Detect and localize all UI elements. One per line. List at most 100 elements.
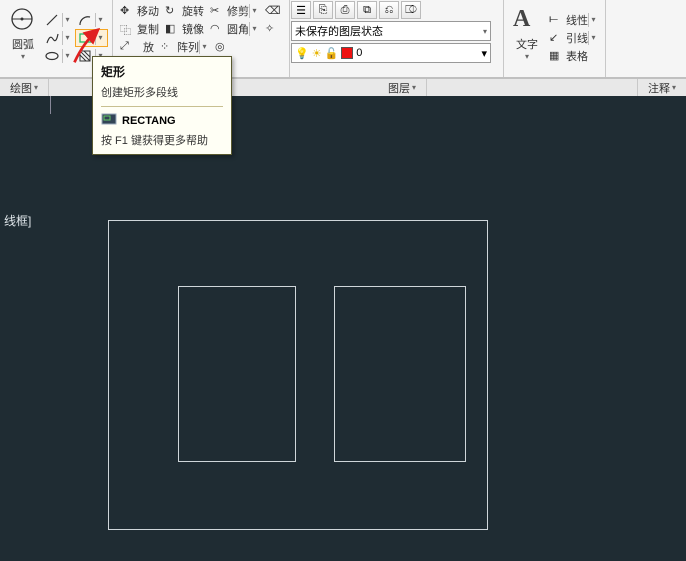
tab-draw-label: 绘图 — [10, 80, 32, 96]
layer-tool-4-button[interactable]: ⧉ — [357, 1, 377, 19]
copy-icon: ⿻ — [120, 22, 134, 36]
trim-button[interactable]: ✂修剪▾ — [207, 2, 262, 20]
layer-name: 0 — [356, 47, 362, 59]
table-icon: ▦ — [549, 49, 563, 63]
layer-state-dropdown[interactable]: 未保存的图层状态 ▾ — [291, 21, 491, 41]
rectangle-tool-button[interactable]: ▾ — [75, 29, 108, 47]
text-icon: A — [513, 6, 541, 34]
trim-icon: ✂ — [210, 4, 224, 18]
scale-label: 放 — [143, 39, 154, 55]
table-label: 表格 — [566, 48, 588, 64]
layer-tools-row: ☰ ⎘ ⎙ ⧉ ⎌ ⎄ — [291, 1, 502, 19]
fillet-icon: ◠ — [210, 22, 224, 36]
stretch-icon: ⤢ — [120, 40, 134, 54]
drawing-canvas[interactable]: 线框] — [0, 96, 686, 561]
copy-label: 复制 — [137, 21, 159, 37]
rectangle-icon — [78, 31, 92, 45]
ellipse-tool-button[interactable]: ▾ — [42, 47, 75, 65]
scale-button[interactable]: 放 — [140, 38, 157, 56]
fillet-label: 圆角 — [227, 21, 249, 37]
sun-icon: ☀ — [312, 47, 322, 60]
leader-button[interactable]: ↙引线▾ — [546, 29, 601, 47]
tooltip-command: RECTANG — [122, 115, 176, 127]
offset-icon: ◎ — [215, 40, 229, 54]
leader-label: 引线 — [566, 30, 588, 46]
drawn-rectangle-right[interactable] — [334, 286, 466, 462]
tab-annotate[interactable]: 注释▾ — [637, 79, 686, 96]
table-button[interactable]: ▦表格 — [546, 47, 601, 65]
rotate-label: 旋转 — [182, 3, 204, 19]
tab-annotate-label: 注释 — [648, 80, 670, 96]
linear-dim-button[interactable]: ⟝线性▾ — [546, 11, 601, 29]
tab-layers-label: 图层 — [388, 80, 410, 96]
tooltip-help: 按 F1 键获得更多帮助 — [101, 132, 223, 148]
current-layer-dropdown[interactable]: 💡 ☀ 🔓 0 ▾ — [291, 43, 491, 63]
dropdown-arrow-icon[interactable]: ▾ — [588, 31, 598, 45]
layer-tool-2-button[interactable]: ⎘ — [313, 1, 333, 19]
array-label: 阵列 — [177, 39, 199, 55]
dropdown-arrow-icon[interactable]: ▾ — [62, 49, 72, 63]
text-tool-button[interactable]: A 文字 ▾ — [508, 2, 546, 74]
tooltip-divider — [101, 106, 223, 107]
tooltip-desc: 创建矩形多段线 — [101, 84, 223, 100]
layer-tool-3-button[interactable]: ⎙ — [335, 1, 355, 19]
dropdown-arrow-icon[interactable]: ▾ — [95, 31, 105, 45]
tab-layers[interactable]: 图层▾ — [378, 79, 427, 96]
viewport-label: 线框] — [4, 212, 31, 229]
mirror-button[interactable]: ◧镜像 — [162, 20, 207, 38]
layer-tool-5-button[interactable]: ⎌ — [379, 1, 399, 19]
dropdown-arrow-icon[interactable]: ▾ — [62, 31, 72, 45]
polyline-icon — [45, 31, 59, 45]
dropdown-arrow-icon[interactable]: ▾ — [62, 13, 72, 27]
bulb-icon: 💡 — [295, 47, 309, 60]
layer-color-swatch — [341, 47, 353, 59]
ribbon-group-annotate: A 文字 ▾ ⟝线性▾ ↙引线▾ ▦表格 — [504, 0, 606, 77]
dropdown-arrow-icon: ▾ — [21, 52, 25, 61]
line-tool-button[interactable]: ▾ — [42, 11, 75, 29]
layer-state-label: 未保存的图层状态 — [295, 23, 383, 39]
offset-button[interactable]: ◎ — [212, 38, 235, 56]
leader-icon: ↙ — [549, 31, 563, 45]
move-button[interactable]: ✥移动 — [117, 2, 162, 20]
layer-tool-1-button[interactable]: ☰ — [291, 1, 311, 19]
dropdown-arrow-icon: ▾ — [483, 27, 487, 36]
dropdown-arrow-icon[interactable]: ▾ — [95, 13, 105, 27]
move-label: 移动 — [137, 3, 159, 19]
explode-icon: ✧ — [265, 22, 279, 36]
array-icon: ⁘ — [160, 40, 174, 54]
ribbon-group-layers: ☰ ⎘ ⎙ ⧉ ⎌ ⎄ 未保存的图层状态 ▾ 💡 ☀ 🔓 0 ▾ — [290, 0, 504, 77]
tooltip-title: 矩形 — [101, 63, 223, 80]
move-icon: ✥ — [120, 4, 134, 18]
trim-label: 修剪 — [227, 3, 249, 19]
explode-button[interactable]: ✧ — [262, 20, 285, 38]
hatch-icon — [78, 49, 92, 63]
fillet-button[interactable]: ◠圆角▾ — [207, 20, 262, 38]
erase-button[interactable]: ⌫ — [262, 2, 285, 20]
tab-draw[interactable]: 绘图▾ — [0, 79, 49, 96]
arc-tool-button[interactable]: ▾ — [75, 11, 108, 29]
erase-icon: ⌫ — [265, 4, 279, 18]
rotate-button[interactable]: ↻旋转 — [162, 2, 207, 20]
text-label: 文字 — [516, 36, 538, 52]
linear-dim-icon: ⟝ — [549, 13, 563, 27]
stretch-button[interactable]: ⤢ — [117, 38, 140, 56]
line-icon — [45, 13, 59, 27]
dropdown-arrow-icon[interactable]: ▾ — [588, 13, 598, 27]
array-button[interactable]: ⁘阵列▾ — [157, 38, 212, 56]
ruler-mark — [50, 96, 51, 114]
mirror-icon: ◧ — [165, 22, 179, 36]
copy-button[interactable]: ⿻复制 — [117, 20, 162, 38]
tooltip-rectangle: 矩形 创建矩形多段线 RECTANG 按 F1 键获得更多帮助 — [92, 56, 232, 155]
circle-icon — [9, 6, 37, 34]
mirror-label: 镜像 — [182, 21, 204, 37]
layer-tool-6-button[interactable]: ⎄ — [401, 1, 421, 19]
dropdown-arrow-icon[interactable]: ▾ — [199, 40, 209, 54]
circle-tool-button[interactable]: 圆弧 ▾ — [4, 2, 42, 74]
drawn-rectangle-left[interactable] — [178, 286, 296, 462]
lock-icon: 🔓 — [325, 47, 339, 60]
circle-label: 圆弧 — [12, 36, 34, 52]
dropdown-arrow-icon[interactable]: ▾ — [249, 22, 259, 36]
polyline-tool-button[interactable]: ▾ — [42, 29, 75, 47]
dropdown-arrow-icon[interactable]: ▾ — [249, 4, 259, 18]
dropdown-arrow-icon: ▾ — [525, 52, 529, 61]
